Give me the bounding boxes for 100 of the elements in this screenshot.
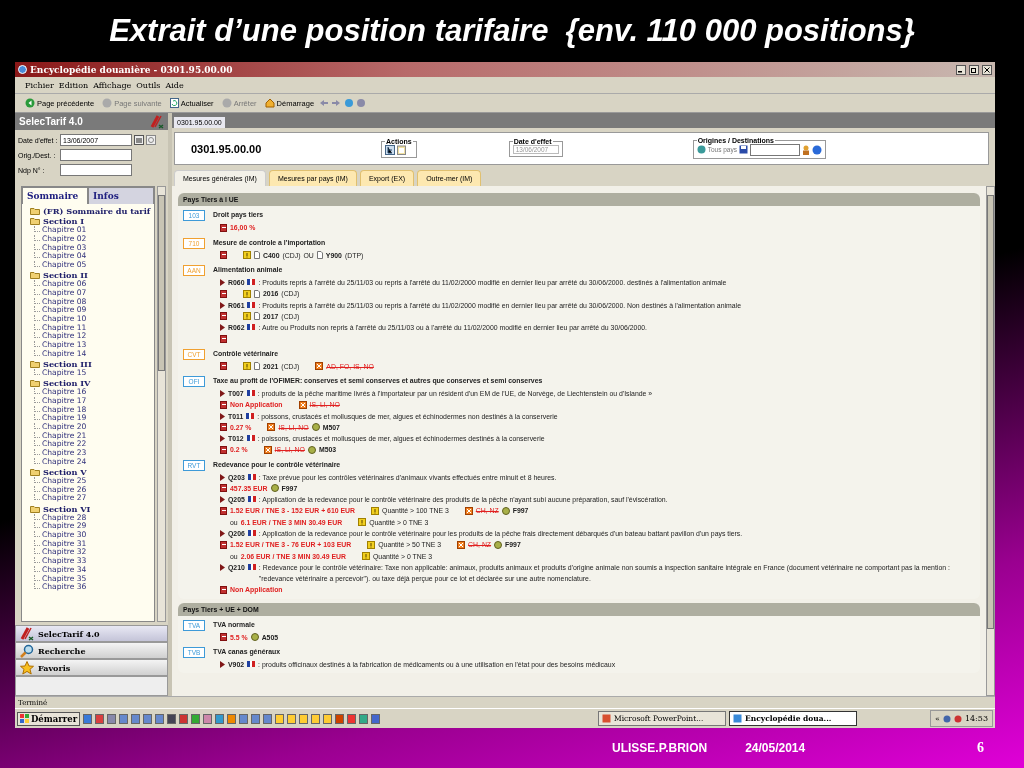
app-icon[interactable] <box>287 713 297 724</box>
warning-icon <box>371 506 380 515</box>
document-icon <box>316 251 323 260</box>
coin-icon <box>270 484 279 493</box>
person-icon[interactable] <box>801 144 810 155</box>
nav-button[interactable]: Recherche <box>15 642 168 659</box>
menu-item[interactable]: Aide <box>165 80 184 90</box>
app-icon[interactable] <box>347 713 357 724</box>
triangle-icon <box>220 324 225 331</box>
scrollbar[interactable] <box>986 186 995 696</box>
tree-tab[interactable]: Sommaire <box>22 187 88 204</box>
exclusion-icon <box>464 506 473 515</box>
reset-icon[interactable] <box>146 135 156 145</box>
app-icon <box>18 65 27 74</box>
app-icon[interactable] <box>263 713 273 724</box>
navigation-icons-drawing[interactable] <box>320 98 367 108</box>
start-button[interactable]: Démarrer <box>17 711 81 726</box>
app-icon[interactable] <box>215 713 225 724</box>
app-icon[interactable] <box>95 713 105 724</box>
nav-button[interactable]: Favoris <box>15 659 168 676</box>
tree-section[interactable]: Section IV <box>43 378 91 389</box>
book-icon <box>220 400 227 409</box>
app-icon[interactable] <box>251 713 261 724</box>
tree-view-icon[interactable] <box>385 144 395 155</box>
triangle-icon <box>220 496 225 503</box>
triangle-icon <box>220 412 225 420</box>
coin-icon <box>307 445 316 454</box>
menu-item[interactable]: Outils <box>136 80 161 90</box>
app-icon[interactable] <box>119 713 129 724</box>
book-icon <box>220 445 227 454</box>
app-icon[interactable] <box>83 713 93 724</box>
close-button[interactable] <box>982 64 992 75</box>
app-icon[interactable] <box>203 713 213 724</box>
app-icon[interactable] <box>155 713 165 724</box>
save-icon[interactable] <box>738 145 748 154</box>
tray-expand[interactable]: « <box>935 714 940 723</box>
page-number: 6 <box>977 740 984 756</box>
app-icon[interactable] <box>299 713 309 724</box>
slide-title: Extrait d’une position tarifaire {env. 110 000 positions} <box>108 12 916 50</box>
document-icon <box>254 312 260 321</box>
app-icon[interactable] <box>239 713 249 724</box>
panel-title: SelecTarif 4.0 <box>19 116 83 127</box>
menu-item[interactable]: Affichage <box>93 80 132 90</box>
coin-icon <box>250 633 259 642</box>
home-icon <box>264 98 275 108</box>
warning-icon <box>243 362 251 371</box>
app-icon[interactable] <box>131 713 141 724</box>
tree-section[interactable]: Section III <box>43 359 92 370</box>
app-icon[interactable] <box>335 713 345 724</box>
app-icon[interactable] <box>359 713 369 724</box>
book-icon <box>220 423 227 432</box>
triangle-icon <box>220 564 225 571</box>
globe-icon <box>696 145 706 154</box>
globe-icon[interactable] <box>811 144 822 155</box>
flag-icon <box>247 301 256 308</box>
minimize-button[interactable] <box>956 64 966 75</box>
flag-icon <box>246 435 255 441</box>
app-icon[interactable] <box>191 713 201 724</box>
app-icon[interactable] <box>275 713 285 724</box>
nav-button[interactable]: SelecTarif 4.0 <box>15 625 168 642</box>
tree-section[interactable]: Section I <box>43 216 85 227</box>
coin-icon <box>494 540 503 549</box>
app-icon[interactable] <box>371 713 381 724</box>
tree-section[interactable]: Section II <box>43 270 88 281</box>
warning-icon <box>358 518 367 527</box>
magnifier-icon <box>20 643 34 658</box>
maximize-button[interactable] <box>969 64 979 75</box>
star-icon <box>20 660 34 675</box>
book-icon <box>220 334 227 343</box>
app-icon[interactable] <box>167 713 177 724</box>
flag-icon <box>247 324 256 330</box>
app-icon[interactable] <box>107 713 117 724</box>
back-arrow-icon <box>25 98 35 108</box>
logo-icon <box>150 114 164 129</box>
app-icon[interactable] <box>311 713 321 724</box>
app-icon[interactable] <box>323 713 333 724</box>
country-field[interactable] <box>749 143 800 156</box>
menu-item[interactable]: Edition <box>58 80 89 90</box>
tree-section[interactable]: (FR) Sommaire du tarif <box>43 205 151 216</box>
app-icon[interactable] <box>179 713 189 724</box>
flag-icon <box>246 412 255 419</box>
text-field[interactable] <box>60 149 132 161</box>
coin-icon <box>501 506 510 515</box>
window-title: Encyclopédie douanière - 0301.95.00.00 <box>30 64 234 75</box>
scrollbar[interactable] <box>157 186 166 622</box>
book-icon <box>220 506 227 515</box>
app-icon[interactable] <box>227 713 237 724</box>
warning-icon <box>243 251 251 260</box>
menu-item[interactable]: Fichier <box>25 80 54 90</box>
tree-tab[interactable]: Infos <box>88 187 154 204</box>
text-field[interactable] <box>60 164 132 176</box>
tree-section[interactable]: Section V <box>43 467 87 478</box>
app-icon[interactable] <box>143 713 153 724</box>
app-icon <box>602 714 612 723</box>
document-icon <box>254 362 260 371</box>
tree-section[interactable]: Section VI <box>43 503 91 514</box>
calendar-icon[interactable] <box>134 135 144 145</box>
clipboard-icon[interactable] <box>397 144 406 155</box>
windows-logo-icon <box>20 714 29 723</box>
refresh-icon <box>169 98 179 108</box>
